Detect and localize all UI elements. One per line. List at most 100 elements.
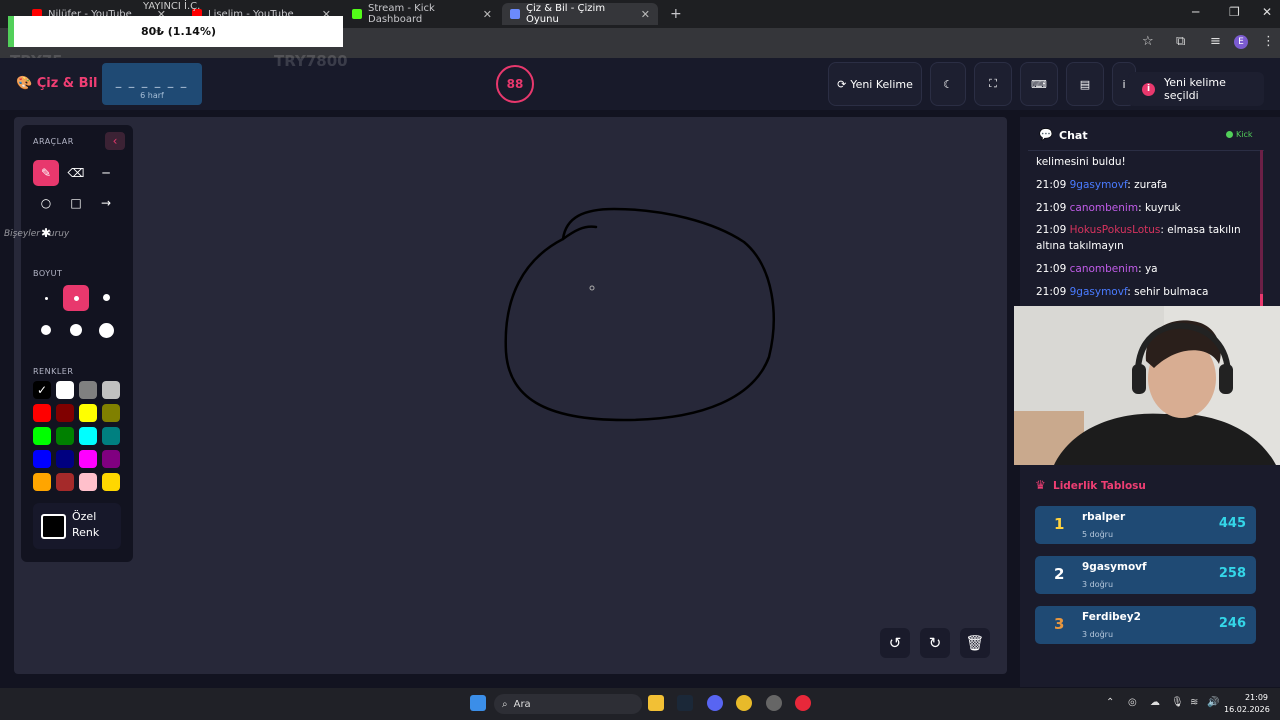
- collapse-panel-button[interactable]: ‹: [105, 132, 125, 150]
- circle-icon: ○: [40, 196, 52, 210]
- player-correct-count: 3 doğru: [1082, 580, 1114, 589]
- color-swatch[interactable]: [33, 450, 51, 468]
- volume-icon[interactable]: 🔊: [1207, 697, 1219, 708]
- opera-icon[interactable]: [795, 695, 811, 711]
- color-swatch[interactable]: [79, 427, 97, 445]
- arrow-tool-button[interactable]: →: [93, 190, 119, 216]
- size-option-1[interactable]: [33, 285, 59, 311]
- app-icon[interactable]: [766, 695, 782, 711]
- color-swatch[interactable]: [79, 473, 97, 491]
- bookmark-star-icon[interactable]: ☆: [1142, 34, 1154, 49]
- windows-start-icon[interactable]: [470, 695, 486, 711]
- undo-button[interactable]: ↺: [880, 628, 910, 658]
- color-swatch[interactable]: [56, 450, 74, 468]
- wifi-icon[interactable]: ≋: [1190, 697, 1198, 708]
- close-icon[interactable]: ✕: [483, 8, 492, 21]
- cloud-icon[interactable]: ☁: [1150, 697, 1160, 708]
- color-swatch[interactable]: [102, 473, 120, 491]
- color-swatch[interactable]: [102, 450, 120, 468]
- maximize-icon[interactable]: ❐: [1229, 5, 1240, 19]
- player-name: rbalper: [1082, 511, 1126, 523]
- message-user[interactable]: HokusPokusLotus: [1070, 224, 1161, 236]
- tray-app-icon[interactable]: ◎: [1128, 697, 1137, 708]
- round-timer: 88: [496, 65, 534, 103]
- reading-list-icon[interactable]: ≡: [1210, 34, 1221, 49]
- chat-scrollbar[interactable]: [1260, 150, 1263, 305]
- player-name: 9gasymovf: [1082, 561, 1147, 573]
- profile-avatar[interactable]: E: [1234, 35, 1248, 49]
- custom-color-button[interactable]: Özel Renk: [33, 503, 121, 549]
- player-score: 258: [1218, 566, 1246, 581]
- webcam-overlay: [1014, 306, 1280, 465]
- color-swatch[interactable]: [56, 381, 74, 399]
- color-swatch[interactable]: [102, 427, 120, 445]
- new-tab-button[interactable]: +: [662, 3, 690, 25]
- color-swatch[interactable]: [56, 427, 74, 445]
- size-option-2[interactable]: [63, 285, 89, 311]
- tab-kick-dashboard[interactable]: Stream - Kick Dashboard ✕: [344, 3, 500, 25]
- chat-scrollbar-thumb[interactable]: [1260, 294, 1263, 306]
- color-swatch[interactable]: [33, 473, 51, 491]
- message-text: : ya: [1138, 263, 1158, 275]
- tab-title: Çiz & Bil - Çizim Oyunu: [526, 3, 606, 25]
- circle-tool-button[interactable]: ○: [33, 190, 59, 216]
- message-user[interactable]: canombenim: [1070, 263, 1138, 275]
- drawing-canvas[interactable]: [14, 117, 1007, 674]
- chat-message: 21:09 canombenim: kuyruk: [1036, 200, 1258, 216]
- chrome-icon[interactable]: [736, 695, 752, 711]
- taskbar-search[interactable]: ⌕ Ara: [494, 694, 642, 714]
- size-dot: [99, 323, 114, 338]
- color-swatch[interactable]: [102, 381, 120, 399]
- clear-canvas-button[interactable]: 🗑: [960, 628, 990, 658]
- fullscreen-icon: ⛶: [989, 77, 997, 90]
- dark-mode-button[interactable]: ☾: [930, 62, 966, 106]
- message-time: 21:09: [1036, 263, 1067, 275]
- steam-icon[interactable]: [677, 695, 693, 711]
- color-swatch[interactable]: [33, 427, 51, 445]
- discord-icon[interactable]: [707, 695, 723, 711]
- size-section-label: BOYUT: [33, 269, 63, 278]
- search-icon: ⌕: [502, 698, 508, 710]
- extensions-icon[interactable]: ⧉: [1176, 34, 1185, 49]
- color-swatch[interactable]: [33, 404, 51, 422]
- rectangle-tool-button[interactable]: □: [63, 190, 89, 216]
- file-explorer-icon[interactable]: [648, 695, 664, 711]
- custom-color-label: Özel Renk: [72, 510, 100, 539]
- size-option-6[interactable]: [93, 317, 119, 343]
- refresh-icon: ⟳: [837, 77, 847, 91]
- redo-button[interactable]: ↻: [920, 628, 950, 658]
- tab-ciz-bil[interactable]: Çiz & Bil - Çizim Oyunu ✕: [502, 3, 658, 25]
- size-option-4[interactable]: [33, 317, 59, 343]
- color-swatch[interactable]: [79, 450, 97, 468]
- color-swatch[interactable]: [102, 404, 120, 422]
- minimize-icon[interactable]: ─: [1192, 5, 1199, 19]
- chat-messages[interactable]: kelimesini buldu! 21:09 9gasymovf: zuraf…: [1036, 150, 1260, 306]
- taskbar-clock[interactable]: 21:09 16.02.2026: [1224, 692, 1270, 716]
- menu-icon[interactable]: ⋮: [1262, 34, 1275, 49]
- eraser-tool-button[interactable]: ⌫: [63, 160, 89, 186]
- new-word-button[interactable]: ⟳ Yeni Kelime: [828, 62, 922, 106]
- close-icon[interactable]: ✕: [641, 8, 650, 21]
- size-option-3[interactable]: [93, 285, 119, 311]
- keyboard-button[interactable]: ⌨: [1020, 62, 1058, 106]
- color-swatch[interactable]: [56, 473, 74, 491]
- message-user[interactable]: 9gasymovf: [1070, 286, 1128, 298]
- line-tool-button[interactable]: ─: [93, 160, 119, 186]
- clock-time: 21:09: [1244, 693, 1268, 702]
- message-user[interactable]: 9gasymovf: [1070, 179, 1128, 191]
- size-option-5[interactable]: [63, 317, 89, 343]
- archive-button[interactable]: ▤: [1066, 62, 1104, 106]
- fullscreen-button[interactable]: ⛶: [974, 62, 1012, 106]
- tray-chevron-icon[interactable]: ⌃: [1106, 697, 1114, 708]
- color-swatch[interactable]: [79, 381, 97, 399]
- color-swatch[interactable]: [79, 404, 97, 422]
- window-close-icon[interactable]: ✕: [1262, 5, 1272, 19]
- message-time: 21:09: [1036, 202, 1067, 214]
- leaderboard-row: 3 Ferdibey2 3 doğru 246: [1035, 606, 1256, 644]
- microphone-icon[interactable]: 🎙: [1171, 697, 1184, 708]
- color-swatch[interactable]: ✓: [33, 381, 51, 399]
- color-swatch[interactable]: [56, 404, 74, 422]
- brush-tool-button[interactable]: ✎: [33, 160, 59, 186]
- message-user[interactable]: canombenim: [1070, 202, 1138, 214]
- brush-icon: ✎: [40, 166, 52, 180]
